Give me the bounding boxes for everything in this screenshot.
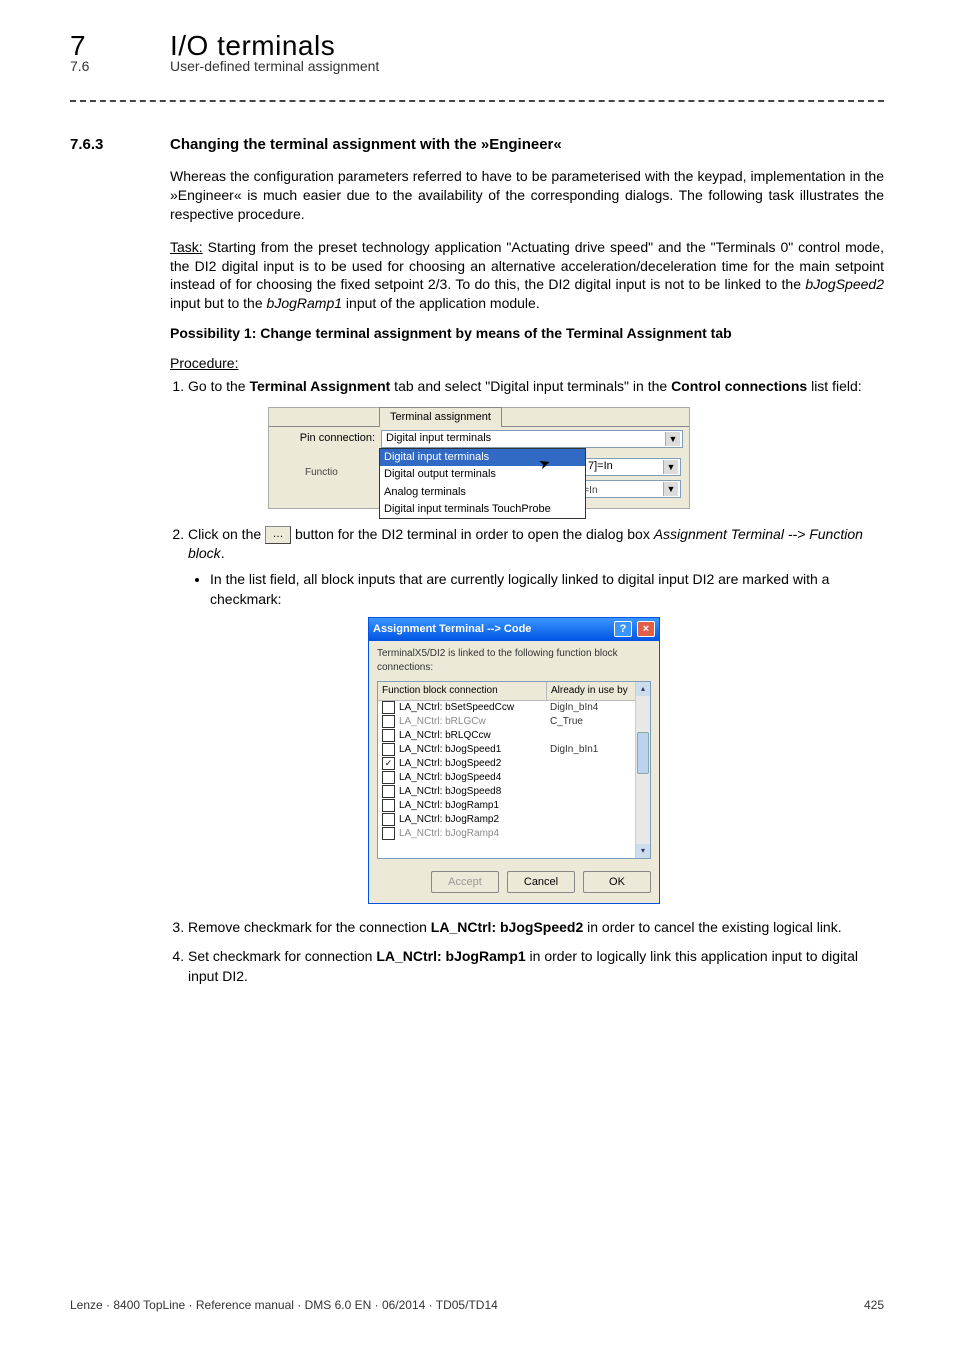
list-item[interactable]: LA_NCtrl: bJogRamp1 (378, 799, 650, 813)
task-label: Task: (170, 239, 203, 255)
step4-text-a: Set checkmark for connection (188, 948, 376, 964)
list-item-name: LA_NCtrl: bSetSpeedCcw (399, 701, 514, 715)
list-item[interactable]: LA_NCtrl: bJogSpeed4 (378, 771, 650, 785)
pin-connection-label: Pin connection: (275, 431, 381, 446)
footer-page-number: 425 (864, 1298, 884, 1312)
functio-label: Functio (305, 466, 338, 480)
scroll-thumb[interactable] (637, 732, 649, 774)
ellipsis-button[interactable]: … (265, 526, 291, 544)
checkbox[interactable] (382, 715, 395, 728)
task-paragraph: Task: Starting from the preset technolog… (170, 238, 884, 314)
list-item-name: LA_NCtrl: bJogRamp1 (399, 799, 499, 813)
checkbox[interactable]: ✓ (382, 757, 395, 770)
combo-value: Digital input terminals (386, 431, 491, 446)
chevron-down-icon[interactable]: ▼ (663, 482, 678, 496)
step2-text-a: Click on the (188, 526, 265, 542)
checkbox[interactable] (382, 785, 395, 798)
right-combo-1[interactable]: 7]=In ▼ (583, 458, 681, 476)
chevron-down-icon[interactable]: ▼ (663, 460, 678, 474)
checkbox[interactable] (382, 799, 395, 812)
dialog-linked-text: TerminalX5/DI2 is linked to the followin… (369, 641, 659, 677)
footer-left: Lenze · 8400 TopLine · Reference manual … (70, 1298, 498, 1312)
list-item[interactable]: LA_NCtrl: bRLGCwC_True (378, 715, 650, 729)
checkbox[interactable] (382, 827, 395, 840)
list-item[interactable]: LA_NCtrl: bSetSpeedCcwDigIn_bIn4 (378, 701, 650, 715)
chevron-down-icon[interactable]: ▼ (665, 432, 680, 446)
step-2: Click on the … button for the DI2 termin… (188, 525, 884, 904)
help-icon[interactable]: ? (614, 621, 632, 637)
list-header-1[interactable]: Function block connection (378, 682, 547, 700)
intro-paragraph: Whereas the configuration parameters ref… (170, 167, 884, 224)
pin-connection-droplist[interactable]: Digital input terminals Digital output t… (379, 448, 586, 520)
step4-bold: LA_NCtrl: bJogRamp1 (376, 948, 525, 964)
step2-text-c: . (221, 545, 225, 561)
scroll-up-icon[interactable]: ▴ (636, 682, 650, 696)
list-item-name: LA_NCtrl: bJogSpeed4 (399, 771, 501, 785)
list-item[interactable]: ✓ LA_NCtrl: bJogSpeed2 (378, 757, 650, 771)
tab-terminal-assignment[interactable]: Terminal assignment (379, 407, 502, 427)
task-text-3: input of the application module. (342, 295, 540, 311)
cancel-button[interactable]: Cancel (507, 871, 575, 893)
droplist-item[interactable]: Analog terminals (380, 484, 585, 501)
list-item[interactable]: LA_NCtrl: bJogSpeed8 (378, 785, 650, 799)
checkbox[interactable] (382, 771, 395, 784)
list-item[interactable]: LA_NCtrl: bJogRamp2 (378, 813, 650, 827)
step1-bold-1: Terminal Assignment (249, 378, 390, 394)
step1-text-e: list field: (807, 378, 861, 394)
divider (70, 100, 884, 102)
subsection-title: Changing the terminal assignment with th… (170, 136, 562, 153)
step1-text-c: tab and select "Digital input terminals"… (390, 378, 671, 394)
checkbox[interactable] (382, 729, 395, 742)
pin-connection-combo[interactable]: Digital input terminals ▼ (381, 430, 683, 448)
step2-bullet: In the list field, all block inputs that… (210, 570, 884, 609)
checkbox[interactable] (382, 743, 395, 756)
step3-text-b: in order to cancel the existing logical … (583, 919, 841, 935)
step-3: Remove checkmark for the connection LA_N… (188, 918, 884, 938)
task-text-1: Starting from the preset technology appl… (170, 239, 884, 293)
possibility-heading: Possibility 1: Change terminal assignmen… (170, 325, 884, 341)
step1-bold-2: Control connections (671, 378, 807, 394)
right-combo-1-value: 7]=In (588, 459, 613, 474)
section-number: 7.6 (70, 58, 170, 74)
step-1: Go to the Terminal Assignment tab and se… (188, 377, 884, 509)
scrollbar[interactable]: ▴ ▾ (635, 682, 650, 858)
list-item-name: LA_NCtrl: bJogRamp4 (399, 827, 499, 841)
dialog-titlebar: Assignment Terminal --> Code ? × (369, 618, 659, 640)
section-title: User-defined terminal assignment (170, 58, 379, 74)
ok-button[interactable]: OK (583, 871, 651, 893)
task-italic-1: bJogSpeed2 (805, 276, 884, 292)
droplist-item[interactable]: Digital input terminals TouchProbe (380, 501, 585, 518)
task-italic-2: bJogRamp1 (267, 295, 343, 311)
accept-button[interactable]: Accept (431, 871, 499, 893)
screenshot-terminal-assignment: Terminal assignment Pin connection: Digi… (268, 407, 690, 509)
droplist-item[interactable]: Digital output terminals (380, 466, 585, 483)
list-item-name: LA_NCtrl: bJogSpeed2 (399, 757, 501, 771)
list-item[interactable]: LA_NCtrl: bJogRamp4 (378, 827, 650, 841)
subsection-number: 7.6.3 (70, 136, 170, 153)
list-item[interactable]: LA_NCtrl: bRLQCcw (378, 729, 650, 743)
step-4: Set checkmark for connection LA_NCtrl: b… (188, 947, 884, 986)
list-item-name: LA_NCtrl: bRLGCw (399, 715, 486, 729)
droplist-item[interactable]: Digital input terminals (380, 449, 585, 466)
checkbox[interactable] (382, 813, 395, 826)
list-item-name: LA_NCtrl: bJogSpeed1 (399, 743, 501, 757)
list-item-name: LA_NCtrl: bJogSpeed8 (399, 785, 501, 799)
step1-text-a: Go to the (188, 378, 249, 394)
checkbox[interactable] (382, 701, 395, 714)
step3-text-a: Remove checkmark for the connection (188, 919, 431, 935)
task-text-2: input but to the (170, 295, 267, 311)
dialog-listarea: Function block connection Already in use… (377, 681, 651, 859)
list-item-name: LA_NCtrl: bJogRamp2 (399, 813, 499, 827)
dialog-title: Assignment Terminal --> Code (373, 622, 531, 637)
procedure-label: Procedure: (170, 355, 884, 371)
screenshot-assignment-dialog: Assignment Terminal --> Code ? × Termina… (368, 617, 660, 903)
scroll-down-icon[interactable]: ▾ (636, 844, 650, 858)
list-item-name: LA_NCtrl: bRLQCcw (399, 729, 491, 743)
step3-bold: LA_NCtrl: bJogSpeed2 (431, 919, 583, 935)
list-item[interactable]: LA_NCtrl: bJogSpeed1DigIn_bIn1 (378, 743, 650, 757)
right-combo-2[interactable]: ▼ (583, 480, 681, 498)
close-icon[interactable]: × (637, 621, 655, 637)
step2-text-b: button for the DI2 terminal in order to … (295, 526, 654, 542)
